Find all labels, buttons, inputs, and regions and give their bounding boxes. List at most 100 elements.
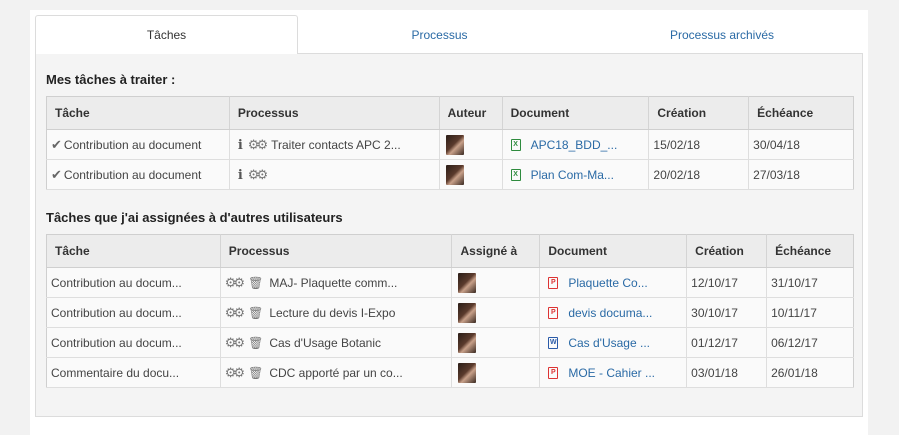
word-file-icon: W <box>548 337 559 350</box>
column-header: Création <box>648 96 750 130</box>
column-header: Document <box>539 234 688 268</box>
due-cell: 30/04/18 <box>748 129 854 160</box>
assigned-tasks-table: Tâche Processus Assigné à Document Créat… <box>46 234 854 388</box>
assignee-cell <box>451 297 541 328</box>
column-header: Assigné à <box>451 234 541 268</box>
info-icon[interactable]: i <box>238 168 243 183</box>
column-header: Échéance <box>748 96 854 130</box>
trash-icon[interactable]: 🗑 <box>248 306 263 320</box>
due-cell: 31/10/17 <box>766 267 854 298</box>
task-name: Contribution au document <box>63 167 202 182</box>
column-header: Document <box>502 96 650 130</box>
column-header: Tâche <box>46 234 221 268</box>
document-cell: Pdevis documa... <box>539 297 688 328</box>
process-cell: ⚙⚙ 🗑 Lecture du devis I-Expo <box>220 297 453 328</box>
assignee-cell <box>451 267 541 298</box>
gears-icon[interactable]: ⚙⚙ <box>248 137 268 152</box>
excel-file-icon: X <box>510 169 521 182</box>
avatar <box>458 362 477 383</box>
document-cell: W Cas d'Usage ... <box>539 327 688 358</box>
table-header-row: Tâche Processus Auteur Document Création… <box>46 96 854 130</box>
document-cell: P MOE - Cahier ... <box>539 357 688 388</box>
tab-taches[interactable]: Tâches <box>35 15 298 55</box>
document-link[interactable]: MOE - Cahier ... <box>568 366 655 380</box>
content-area: Tâches Processus Processus archivés Mes … <box>30 10 868 435</box>
column-header: Création <box>686 234 768 268</box>
check-icon: ✔ <box>51 166 62 182</box>
document-link[interactable]: devis documa... <box>568 306 652 320</box>
process-cell: ⚙⚙ 🗑 MAJ- Plaquette comm... <box>220 267 453 298</box>
assignee-cell <box>451 327 541 358</box>
check-icon: ✔ <box>51 136 62 152</box>
task-cell: Contribution au docum... <box>46 297 221 328</box>
column-header: Auteur <box>439 96 503 130</box>
created-cell: 12/10/17 <box>686 267 768 298</box>
avatar <box>458 332 477 353</box>
pdf-file-icon: P <box>548 277 559 290</box>
process-name: MAJ- Plaquette comm... <box>269 275 398 290</box>
gears-icon[interactable]: ⚙⚙ <box>248 167 268 182</box>
table-header-row: Tâche Processus Assigné à Document Créat… <box>46 234 854 268</box>
avatar <box>458 272 477 293</box>
table-row[interactable]: Contribution au docum... ⚙⚙ 🗑 Lecture du d… <box>46 297 854 328</box>
due-cell: 27/03/18 <box>748 159 854 190</box>
author-cell <box>439 159 503 190</box>
table-row[interactable]: Contribution au docum... ⚙⚙ 🗑 MAJ- Plaquet… <box>46 267 854 298</box>
author-cell <box>439 129 503 160</box>
created-cell: 03/01/18 <box>686 357 768 388</box>
document-link[interactable]: APC18_BDD_... <box>531 138 618 152</box>
gears-icon[interactable]: ⚙⚙ <box>225 275 245 290</box>
document-link[interactable]: Plaquette Co... <box>568 276 647 290</box>
table-row[interactable]: Commentaire du docu... ⚙⚙ 🗑 CDC apporté pa… <box>46 357 854 388</box>
created-cell: 01/12/17 <box>686 327 768 358</box>
task-cell: Contribution au docum... <box>46 327 221 358</box>
pdf-file-icon: P <box>548 367 559 380</box>
created-cell: 20/02/18 <box>648 159 750 190</box>
trash-icon[interactable]: 🗑 <box>248 276 263 290</box>
process-name: Lecture du devis I-Expo <box>269 305 396 320</box>
process-cell: ⚙⚙ 🗑 Cas d'Usage Botanic <box>220 327 453 358</box>
task-cell: ✔ Contribution au document <box>46 159 230 190</box>
document-cell: X Plan Com-Ma... <box>502 159 650 190</box>
tab-bar: Tâches Processus Processus archivés <box>35 15 863 55</box>
avatar <box>445 134 464 155</box>
tasks-panel: Mes tâches à traiter : Tâche Processus A… <box>35 54 863 417</box>
column-header: Échéance <box>766 234 854 268</box>
table-row[interactable]: ✔ Contribution au document i ⚙⚙ X Plan Com-… <box>46 159 854 190</box>
document-cell: P Plaquette Co... <box>539 267 688 298</box>
gears-icon[interactable]: ⚙⚙ <box>225 365 245 380</box>
document-cell: X APC18_BDD_... <box>502 129 650 160</box>
gears-icon[interactable]: ⚙⚙ <box>225 335 245 350</box>
document-link[interactable]: Plan Com-Ma... <box>531 168 614 182</box>
tab-processus-archives[interactable]: Processus archivés <box>581 15 863 54</box>
due-cell: 26/01/18 <box>766 357 854 388</box>
column-header: Processus <box>229 96 440 130</box>
gears-icon[interactable]: ⚙⚙ <box>225 305 245 320</box>
trash-icon[interactable]: 🗑 <box>248 366 263 380</box>
tab-processus[interactable]: Processus <box>298 15 581 54</box>
process-name: CDC apporté par un co... <box>269 365 403 380</box>
avatar <box>458 302 477 323</box>
section-title-assigned-tasks: Tâches que j'ai assignées à d'autres uti… <box>46 210 343 225</box>
task-cell: Commentaire du docu... <box>46 357 221 388</box>
table-row[interactable]: ✔ Contribution au document i ⚙⚙ Traiter con… <box>46 129 854 160</box>
my-tasks-table: Tâche Processus Auteur Document Création… <box>46 96 854 190</box>
process-cell: i ⚙⚙ <box>229 159 440 190</box>
trash-icon[interactable]: 🗑 <box>248 336 263 350</box>
document-link[interactable]: Cas d'Usage ... <box>568 336 650 350</box>
process-cell: ⚙⚙ 🗑 CDC apporté par un co... <box>220 357 453 388</box>
avatar <box>445 164 464 185</box>
task-cell: ✔ Contribution au document <box>46 129 230 160</box>
created-cell: 30/10/17 <box>686 297 768 328</box>
table-row[interactable]: Contribution au docum... ⚙⚙ 🗑 Cas d'Usage … <box>46 327 854 358</box>
process-cell: i ⚙⚙ Traiter contacts APC 2... <box>229 129 440 160</box>
section-title-my-tasks: Mes tâches à traiter : <box>46 72 176 87</box>
due-cell: 10/11/17 <box>766 297 854 328</box>
column-header: Tâche <box>46 96 230 130</box>
process-name: Traiter contacts APC 2... <box>271 137 401 152</box>
info-icon[interactable]: i <box>238 138 243 153</box>
excel-file-icon: X <box>510 139 521 152</box>
assignee-cell <box>451 357 541 388</box>
column-header: Processus <box>220 234 453 268</box>
created-cell: 15/02/18 <box>648 129 750 160</box>
